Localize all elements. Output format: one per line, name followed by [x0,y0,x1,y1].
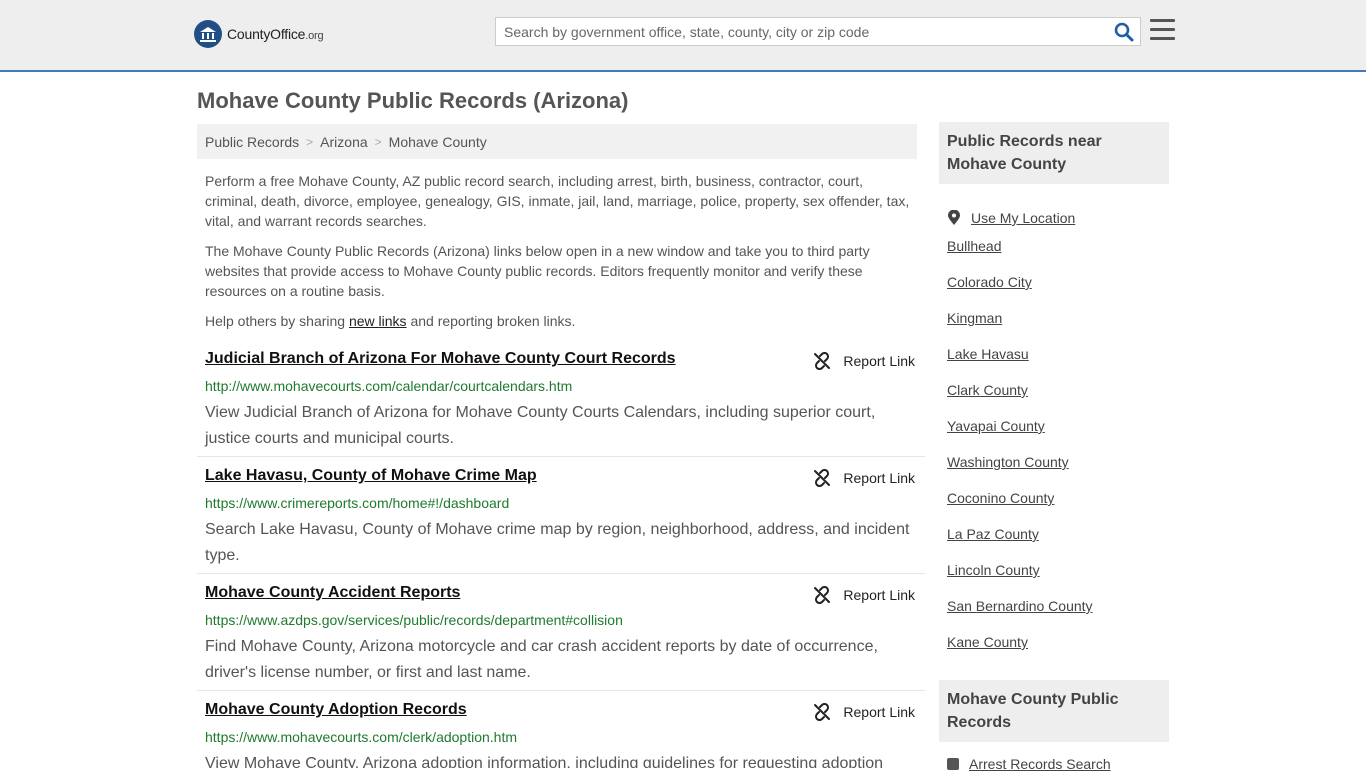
arrest-records-search-link[interactable]: Arrest Records Search [969,756,1111,772]
breadcrumb: Public Records > Arizona > Mohave County [197,124,917,159]
site-header: CountyOffice.org [0,0,1366,72]
use-my-location-link[interactable]: Use My Location [971,208,1075,228]
intro-paragraph-share: Help others by sharing new links and rep… [205,311,917,331]
sidebar-link-washington-county[interactable]: Washington County [947,452,1093,488]
record-title-link[interactable]: Mohave County Adoption Records [205,701,467,719]
record-description: View Judicial Branch of Arizona for Moha… [205,404,876,447]
record-url: http://www.mohavecourts.com/calendar/cou… [205,378,573,394]
logo-text: CountyOffice.org [227,26,324,42]
sidebar-heading-nearby: Public Records near Mohave County [939,122,1169,184]
share-text-after: and reporting broken links. [406,313,576,329]
record-url: https://www.crimereports.com/home#!/dash… [205,495,510,511]
share-text-before: Help others by sharing [205,313,349,329]
search-icon[interactable] [1114,22,1134,42]
report-link-label: Report Link [843,470,915,486]
record-description: Find Mohave County, Arizona motorcycle a… [205,638,878,681]
menu-line [1150,19,1175,22]
sidebar-link-coconino-county[interactable]: Coconino County [947,488,1093,524]
menu-line [1150,28,1175,31]
sidebar-link-san-bernardino-county[interactable]: San Bernardino County [947,596,1093,632]
record-item: Judicial Branch of Arizona For Mohave Co… [197,350,925,457]
sidebar-link-bullhead[interactable]: Bullhead [947,236,1093,272]
sidebar-heading-public-records: Mohave County Public Records [939,680,1169,742]
logo-org: .org [305,30,324,42]
record-title-link[interactable]: Lake Havasu, County of Mohave Crime Map [205,467,537,485]
search-input[interactable] [496,18,1104,45]
report-link-label: Report Link [843,353,915,369]
breadcrumb-public-records[interactable]: Public Records [205,134,299,150]
page-title: Mohave County Public Records (Arizona) [197,88,629,113]
sidebar-link-colorado-city[interactable]: Colorado City [947,272,1093,308]
sidebar-link-clark-county[interactable]: Clark County [947,380,1093,416]
handcuffs-icon [947,758,959,770]
breadcrumb-arizona[interactable]: Arizona [320,134,367,150]
record-url: https://www.mohavecourts.com/clerk/adopt… [205,729,518,745]
sidebar-nearby-list: Use My Location Bullhead Colorado City K… [947,200,1093,668]
report-link-label: Report Link [843,704,915,720]
hamburger-menu-icon[interactable] [1150,19,1175,41]
sidebar-records-item: Arrest Records Search [947,756,1111,772]
menu-line [1150,37,1175,40]
sidebar-link-yavapai-county[interactable]: Yavapai County [947,416,1093,452]
report-link-button[interactable]: Report Link [813,352,915,370]
broken-link-icon [814,586,831,604]
site-logo[interactable]: CountyOffice.org [194,20,324,48]
report-link-button[interactable]: Report Link [813,586,915,604]
report-link-button[interactable]: Report Link [813,703,915,721]
intro-text: Perform a free Mohave County, AZ public … [205,171,917,341]
county-seal-icon [194,20,222,48]
report-link-button[interactable]: Report Link [813,469,915,487]
broken-link-icon [814,703,831,721]
record-item: Mohave County Accident Reports Report Li… [197,584,925,691]
breadcrumb-mohave-county[interactable]: Mohave County [389,134,487,150]
use-location-row: Use My Location [947,200,1093,236]
chevron-right-icon: > [374,134,382,149]
sidebar-link-lincoln-county[interactable]: Lincoln County [947,560,1093,596]
intro-paragraph: Perform a free Mohave County, AZ public … [205,173,910,229]
map-pin-icon [948,210,960,225]
sidebar-link-la-paz-county[interactable]: La Paz County [947,524,1093,560]
chevron-right-icon: > [306,134,314,149]
broken-link-icon [814,352,831,370]
sidebar-link-lake-havasu[interactable]: Lake Havasu [947,344,1093,380]
record-title-link[interactable]: Judicial Branch of Arizona For Mohave Co… [205,350,676,368]
record-description: Search Lake Havasu, County of Mohave cri… [205,521,910,564]
broken-link-icon [814,469,831,487]
record-item: Mohave County Adoption Records Report Li… [197,701,925,768]
search-box [495,17,1141,46]
report-link-label: Report Link [843,587,915,603]
intro-paragraph: The Mohave County Public Records (Arizon… [205,243,870,299]
sidebar-link-kingman[interactable]: Kingman [947,308,1093,344]
record-url: https://www.azdps.gov/services/public/re… [205,612,623,628]
record-description: View Mohave County, Arizona adoption inf… [205,755,884,768]
sidebar-link-kane-county[interactable]: Kane County [947,632,1093,668]
record-title-link[interactable]: Mohave County Accident Reports [205,584,460,602]
record-item: Lake Havasu, County of Mohave Crime Map … [197,467,925,574]
logo-main: CountyOffice [227,26,306,42]
new-links-link[interactable]: new links [349,313,407,329]
